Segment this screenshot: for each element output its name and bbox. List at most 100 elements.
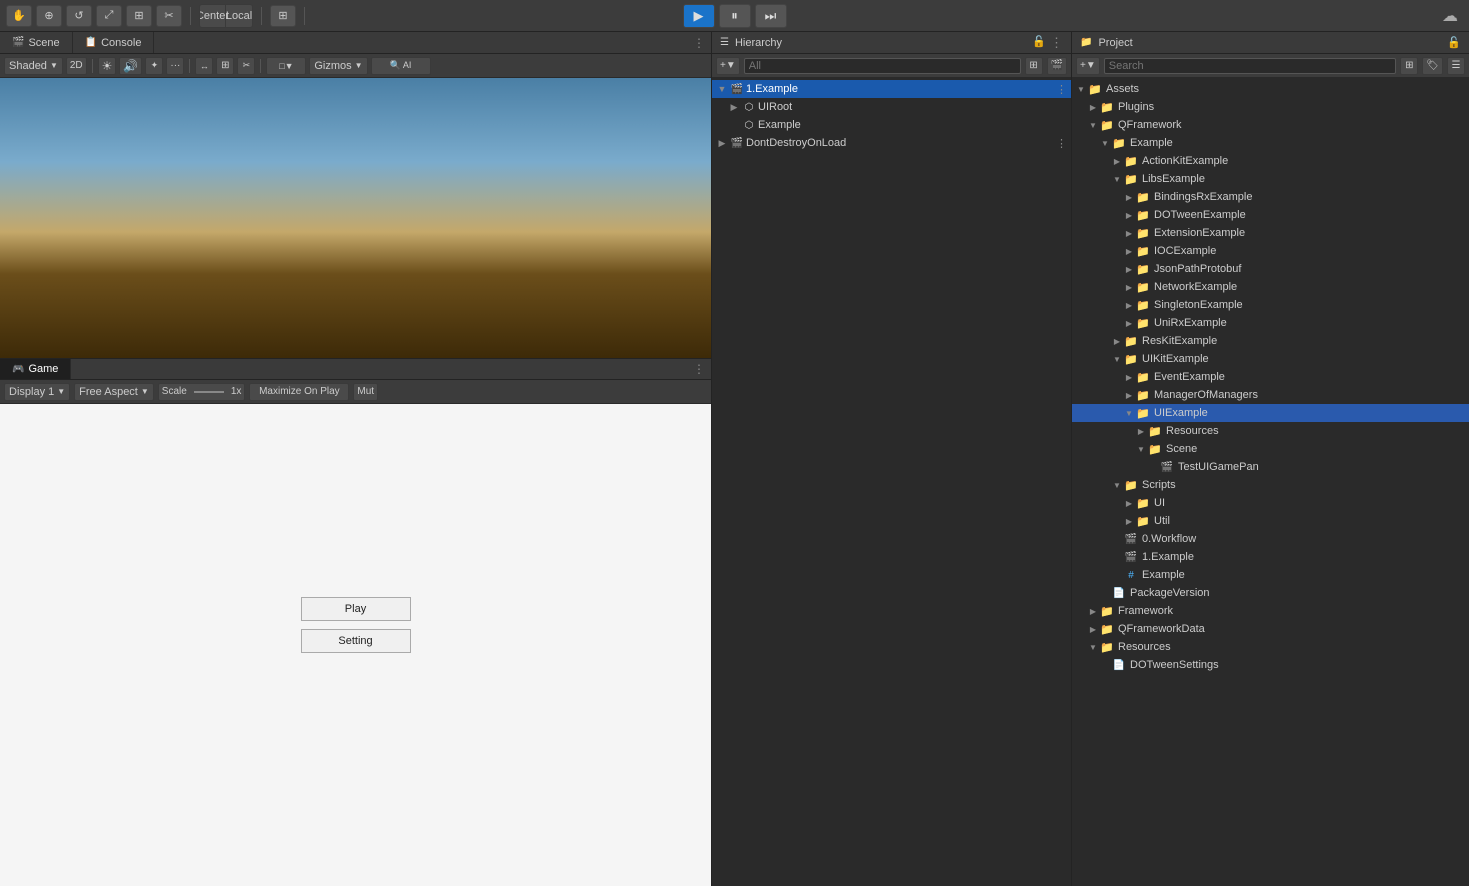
scene-tab-menu[interactable]: ⋮ bbox=[687, 32, 711, 53]
folder-qframework[interactable]: ▼ 📁 QFramework bbox=[1072, 116, 1469, 134]
tree-item-uiroot[interactable]: ▶ ⬡ UIRoot bbox=[724, 98, 1071, 116]
dontdestroy-label: DontDestroyOnLoad bbox=[746, 137, 846, 149]
scene-more-btn[interactable]: ··· bbox=[166, 57, 184, 75]
game-tab-menu[interactable]: ⋮ bbox=[687, 359, 711, 379]
scale-tool-btn[interactable]: ⤢ bbox=[96, 5, 122, 27]
folder-bindingsrx[interactable]: ▶ 📁 BindingsRxExample bbox=[1072, 188, 1469, 206]
folder-ioc[interactable]: ▶ 📁 IOCExample bbox=[1072, 242, 1469, 260]
hierarchy-scene-filter-btn[interactable]: 🎬 bbox=[1047, 57, 1067, 75]
hierarchy-lock-icon[interactable]: 🔓 bbox=[1032, 35, 1046, 51]
folder-scene[interactable]: ▼ 📁 Scene bbox=[1072, 440, 1469, 458]
file-testuigamepan[interactable]: 🎬 TestUIGamePan bbox=[1072, 458, 1469, 476]
scene-grid-btn[interactable]: ⊞ bbox=[216, 57, 234, 75]
search-scene-btn[interactable]: 🔍 AI bbox=[371, 57, 431, 75]
folder-managers[interactable]: ▶ 📁 ManagerOfManagers bbox=[1072, 386, 1469, 404]
folder-assets[interactable]: ▼ 📁 Assets bbox=[1072, 80, 1469, 98]
folder-resources-root[interactable]: ▼ 📁 Resources bbox=[1072, 638, 1469, 656]
project-search[interactable] bbox=[1104, 58, 1397, 74]
folder-event[interactable]: ▶ 📁 EventExample bbox=[1072, 368, 1469, 386]
cloud-btn[interactable]: ☁ bbox=[1437, 5, 1463, 27]
folder-libsexample[interactable]: ▼ 📁 LibsExample bbox=[1072, 170, 1469, 188]
fx-btn[interactable]: ✦ bbox=[145, 57, 163, 75]
scene-edit-btn[interactable]: ✂ bbox=[237, 57, 255, 75]
mute-btn[interactable]: Mut bbox=[353, 383, 378, 401]
tree-item-dontdestroy[interactable]: ▶ 🎬 DontDestroyOnLoad ⋮ bbox=[712, 134, 1071, 152]
project-lock-icon[interactable]: 🔓 bbox=[1447, 36, 1461, 49]
setting-game-btn[interactable]: Setting bbox=[301, 629, 411, 653]
file-workflow[interactable]: 🎬 0.Workflow bbox=[1072, 530, 1469, 548]
folder-plugins[interactable]: ▶ 📁 Plugins bbox=[1072, 98, 1469, 116]
display-dropdown-game[interactable]: Display 1 ▼ bbox=[4, 383, 70, 401]
folder-dotween[interactable]: ▶ 📁 DOTweenExample bbox=[1072, 206, 1469, 224]
project-icon: 📁 bbox=[1080, 37, 1092, 48]
managers-icon: 📁 bbox=[1136, 389, 1150, 402]
scene-toolbar: Shaded ▼ 2D ☀ 🔊 ✦ ··· ↔ ⊞ ✂ □▼ Gizmos ▼ … bbox=[0, 54, 711, 78]
folder-scripts[interactable]: ▼ 📁 Scripts bbox=[1072, 476, 1469, 494]
folder-singleton[interactable]: ▶ 📁 SingletonExample bbox=[1072, 296, 1469, 314]
folder-example-qf[interactable]: ▼ 📁 Example bbox=[1072, 134, 1469, 152]
folder-reskit[interactable]: ▶ 📁 ResKitExample bbox=[1072, 332, 1469, 350]
example1-more[interactable]: ⋮ bbox=[1056, 84, 1067, 96]
move-btn[interactable]: ↔ bbox=[195, 57, 213, 75]
folder-uikit[interactable]: ▼ 📁 UIKitExample bbox=[1072, 350, 1469, 368]
file-example1-proj[interactable]: 🎬 1.Example bbox=[1072, 548, 1469, 566]
move-tool-btn[interactable]: ⊕ bbox=[36, 5, 62, 27]
file-dotweensettings[interactable]: 📄 DOTweenSettings bbox=[1072, 656, 1469, 674]
left-panel: 🎬 Scene 📋 Console ⋮ Shaded ▼ 2D ☀ 🔊 ✦ ··… bbox=[0, 32, 712, 886]
transform-tool-btn[interactable]: ✂ bbox=[156, 5, 182, 27]
light-btn[interactable]: ☀ bbox=[98, 57, 117, 75]
step-button[interactable]: ⏭ bbox=[755, 4, 787, 28]
folder-extension[interactable]: ▶ 📁 ExtensionExample bbox=[1072, 224, 1469, 242]
project-add-btn[interactable]: +▼ bbox=[1076, 57, 1100, 75]
hierarchy-filter-btn[interactable]: ⊞ bbox=[1025, 57, 1043, 75]
folder-jsonpath[interactable]: ▶ 📁 JsonPathProtobuf bbox=[1072, 260, 1469, 278]
gizmos-dropdown[interactable]: Gizmos ▼ bbox=[309, 57, 367, 75]
folder-ui[interactable]: ▶ 📁 UI bbox=[1072, 494, 1469, 512]
rect-tool-btn[interactable]: ⊞ bbox=[126, 5, 152, 27]
folder-uiexample[interactable]: ▼ 📁 UIExample bbox=[1072, 404, 1469, 422]
uiexample-label: UIExample bbox=[1154, 407, 1208, 419]
shaded-dropdown[interactable]: Shaded ▼ bbox=[4, 57, 63, 75]
folder-framework[interactable]: ▶ 📁 Framework bbox=[1072, 602, 1469, 620]
dontdestroy-more[interactable]: ⋮ bbox=[1056, 138, 1067, 150]
folder-resources-ui[interactable]: ▶ 📁 Resources bbox=[1072, 422, 1469, 440]
tree-item-example[interactable]: ⬡ Example bbox=[724, 116, 1071, 134]
assets-icon: 📁 bbox=[1088, 83, 1102, 96]
rotate-tool-btn[interactable]: ↺ bbox=[66, 5, 92, 27]
jsonpath-icon: 📁 bbox=[1136, 263, 1150, 276]
hierarchy-more-icon[interactable]: ⋮ bbox=[1050, 35, 1063, 51]
file-packageversion[interactable]: 📄 PackageVersion bbox=[1072, 584, 1469, 602]
tab-console[interactable]: 📋 Console bbox=[73, 32, 155, 53]
scale-control[interactable]: Scale 1x bbox=[158, 383, 246, 401]
folder-network[interactable]: ▶ 📁 NetworkExample bbox=[1072, 278, 1469, 296]
bindingsrx-arrow: ▶ bbox=[1124, 193, 1134, 202]
hierarchy-search[interactable] bbox=[744, 58, 1021, 74]
maximize-on-play-btn[interactable]: Maximize On Play bbox=[249, 383, 349, 401]
pivot-group: Center Local bbox=[199, 4, 253, 28]
audio-btn[interactable]: 🔊 bbox=[119, 57, 142, 75]
project-filter2-btn[interactable]: 🏷 bbox=[1422, 57, 1443, 75]
project-filter3-btn[interactable]: ☰ bbox=[1447, 57, 1465, 75]
folder-actionkit[interactable]: ▶ 📁 ActionKitExample bbox=[1072, 152, 1469, 170]
twod-btn[interactable]: 2D bbox=[66, 57, 87, 75]
play-button[interactable]: ▶ bbox=[683, 4, 715, 28]
project-filter1-btn[interactable]: ⊞ bbox=[1400, 57, 1418, 75]
grid-btn[interactable]: ⊞ bbox=[270, 5, 296, 27]
file-example-cs[interactable]: # Example bbox=[1072, 566, 1469, 584]
center-btn[interactable]: Center bbox=[200, 5, 226, 27]
hand-tool-btn[interactable]: ✋ bbox=[6, 5, 32, 27]
aspect-dropdown[interactable]: Free Aspect ▼ bbox=[74, 383, 154, 401]
project-toolbar: +▼ ⊞ 🏷 ☰ bbox=[1072, 54, 1469, 78]
tab-scene[interactable]: 🎬 Scene bbox=[0, 32, 73, 53]
display-dropdown[interactable]: □▼ bbox=[266, 57, 306, 75]
local-btn[interactable]: Local bbox=[226, 5, 252, 27]
play-game-btn[interactable]: Play bbox=[301, 597, 411, 621]
hierarchy-add-btn[interactable]: +▼ bbox=[716, 57, 740, 75]
pause-button[interactable]: ⏸ bbox=[719, 4, 751, 28]
folder-qframeworkdata[interactable]: ▶ 📁 QFrameworkData bbox=[1072, 620, 1469, 638]
tree-item-example1[interactable]: ▼ 🎬 1.Example ⋮ bbox=[712, 80, 1071, 98]
jsonpath-label: JsonPathProtobuf bbox=[1154, 263, 1241, 275]
folder-unirx[interactable]: ▶ 📁 UniRxExample bbox=[1072, 314, 1469, 332]
folder-util[interactable]: ▶ 📁 Util bbox=[1072, 512, 1469, 530]
tab-game[interactable]: 🎮 Game bbox=[0, 359, 71, 379]
